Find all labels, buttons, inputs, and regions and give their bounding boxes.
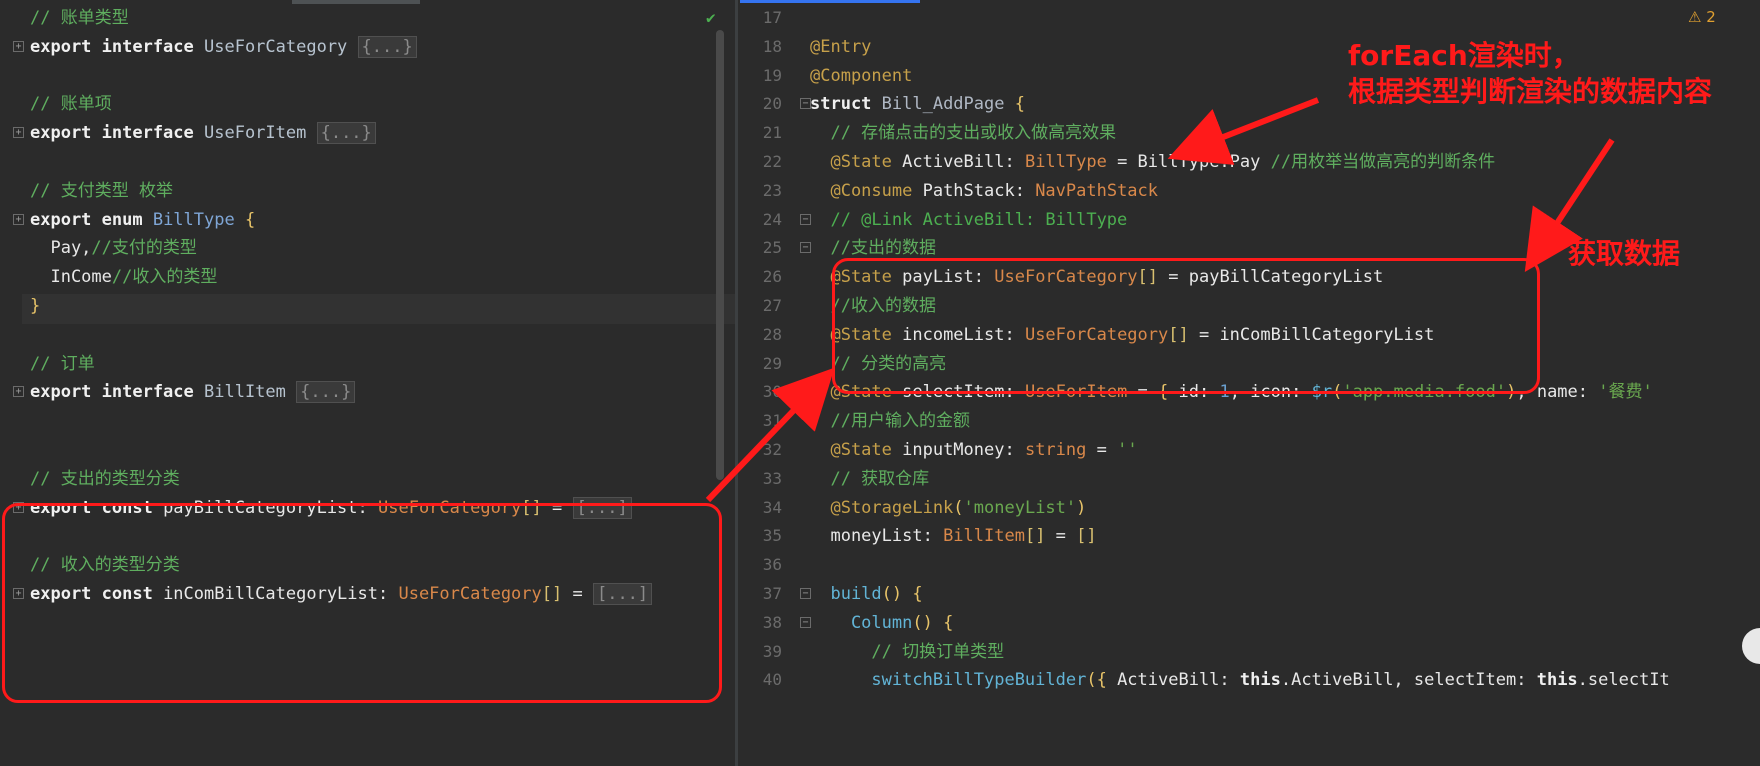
annotation-arrows	[705, 97, 1615, 503]
arrow-to-state-box	[1524, 138, 1615, 273]
arrow-to-comment	[1167, 97, 1320, 165]
arrow-left-to-right	[705, 367, 835, 503]
